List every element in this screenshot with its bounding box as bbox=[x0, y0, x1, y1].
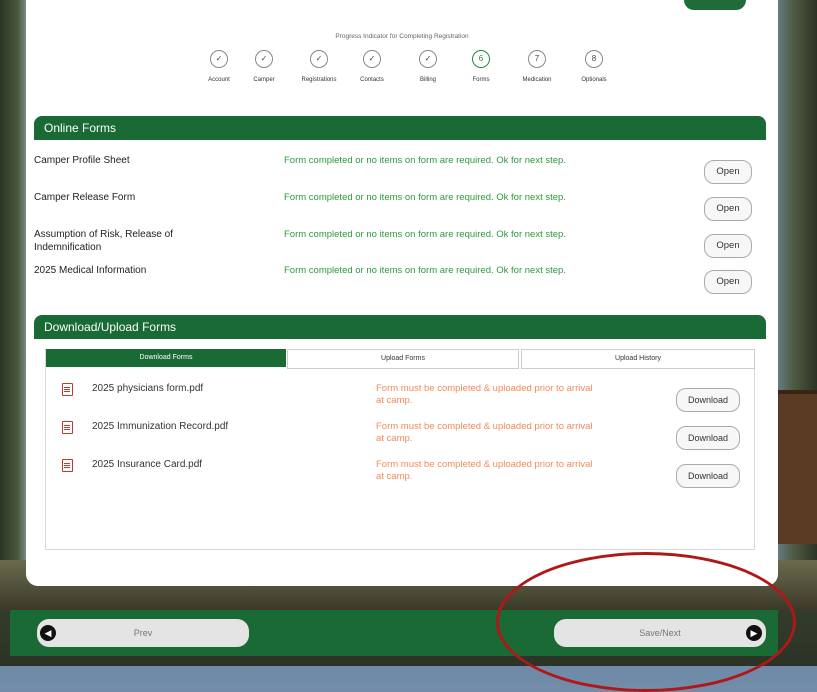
download-row: 2025 Insurance Card.pdf Form must be com… bbox=[46, 457, 754, 491]
prev-button[interactable]: ◀ Prev bbox=[37, 619, 249, 647]
open-button[interactable]: Open bbox=[704, 234, 752, 258]
check-icon: ✓ bbox=[310, 50, 328, 68]
form-status: Form completed or no items on form are r… bbox=[284, 192, 566, 203]
form-status: Form completed or no items on form are r… bbox=[284, 229, 566, 240]
step-label: Billing bbox=[419, 77, 436, 83]
download-file-name: 2025 physicians form.pdf bbox=[92, 383, 204, 394]
registration-panel: Progress Indicator for Completing Regist… bbox=[26, 0, 778, 586]
download-row: 2025 physicians form.pdf Form must be co… bbox=[46, 381, 754, 415]
check-icon: ✓ bbox=[363, 50, 381, 68]
form-name: Camper Release Form bbox=[34, 192, 136, 203]
step-number-icon: 6 bbox=[472, 50, 490, 68]
step-label: Account bbox=[208, 77, 230, 83]
form-status: Form completed or no items on form are r… bbox=[284, 155, 566, 166]
step-contacts[interactable]: ✓ Contacts bbox=[347, 50, 397, 83]
step-label: Forms bbox=[472, 77, 490, 83]
open-button[interactable]: Open bbox=[704, 160, 752, 184]
form-name: Camper Profile Sheet bbox=[34, 155, 130, 166]
download-upload-header: Download/Upload Forms bbox=[34, 315, 766, 339]
form-row: Camper Profile Sheet Form completed or n… bbox=[26, 154, 778, 190]
tab-upload-history[interactable]: Upload History bbox=[521, 349, 755, 369]
form-row: Assumption of Risk, Release of Indemnifi… bbox=[26, 228, 778, 264]
check-icon: ✓ bbox=[419, 50, 437, 68]
download-button[interactable]: Download bbox=[676, 426, 740, 450]
step-registrations[interactable]: ✓ Registrations bbox=[294, 50, 344, 83]
red-circle-annotation bbox=[496, 552, 796, 692]
form-row: 2025 Medical Information Form completed … bbox=[26, 264, 778, 300]
download-button[interactable]: Download bbox=[676, 388, 740, 412]
step-billing[interactable]: ✓ Billing bbox=[403, 50, 453, 83]
step-number-icon: 7 bbox=[528, 50, 546, 68]
download-status: Form must be completed & uploaded prior … bbox=[376, 421, 593, 444]
step-number-icon: 8 bbox=[585, 50, 603, 68]
download-file-name: 2025 Immunization Record.pdf bbox=[92, 421, 229, 432]
online-forms-header: Online Forms bbox=[34, 116, 766, 140]
pdf-file-icon bbox=[62, 383, 73, 396]
step-camper[interactable]: ✓ Camper bbox=[239, 50, 289, 83]
download-row: 2025 Immunization Record.pdf Form must b… bbox=[46, 419, 754, 453]
prev-label: Prev bbox=[133, 628, 153, 638]
tab-download-forms[interactable]: Download Forms bbox=[46, 349, 286, 367]
step-label: Optionals bbox=[581, 77, 607, 83]
form-status: Form completed or no items on form are r… bbox=[284, 265, 566, 276]
download-file-name: 2025 Insurance Card.pdf bbox=[92, 459, 203, 470]
download-upload-panel: Download Forms Upload Forms Upload Histo… bbox=[45, 349, 755, 550]
tab-upload-forms[interactable]: Upload Forms bbox=[287, 349, 519, 369]
progress-steps: ✓ Account ✓ Camper ✓ Registrations ✓ Con… bbox=[194, 50, 654, 92]
step-label: Registrations bbox=[301, 77, 337, 83]
download-button[interactable]: Download bbox=[676, 464, 740, 488]
step-label: Medication bbox=[522, 77, 552, 83]
check-icon: ✓ bbox=[210, 50, 228, 68]
pdf-file-icon bbox=[62, 459, 73, 472]
form-name: Assumption of Risk, Release of Indemnifi… bbox=[34, 229, 173, 253]
step-account[interactable]: ✓ Account bbox=[194, 50, 244, 83]
download-status: Form must be completed & uploaded prior … bbox=[376, 459, 593, 482]
download-status: Form must be completed & uploaded prior … bbox=[376, 383, 593, 406]
step-label: Camper bbox=[253, 77, 275, 83]
check-icon: ✓ bbox=[255, 50, 273, 68]
step-label: Contacts bbox=[360, 77, 384, 83]
step-forms[interactable]: 6 Forms bbox=[456, 50, 506, 83]
pdf-file-icon bbox=[62, 421, 73, 434]
step-optionals[interactable]: 8 Optionals bbox=[569, 50, 619, 83]
top-action-button-stub[interactable] bbox=[684, 0, 746, 10]
open-button[interactable]: Open bbox=[704, 197, 752, 221]
background-cabin bbox=[777, 390, 817, 544]
form-name: 2025 Medical Information bbox=[34, 265, 147, 276]
form-row: Camper Release Form Form completed or no… bbox=[26, 191, 778, 227]
open-button[interactable]: Open bbox=[704, 270, 752, 294]
progress-title: Progress Indicator for Completing Regist… bbox=[335, 33, 469, 40]
step-medication[interactable]: 7 Medication bbox=[512, 50, 562, 83]
